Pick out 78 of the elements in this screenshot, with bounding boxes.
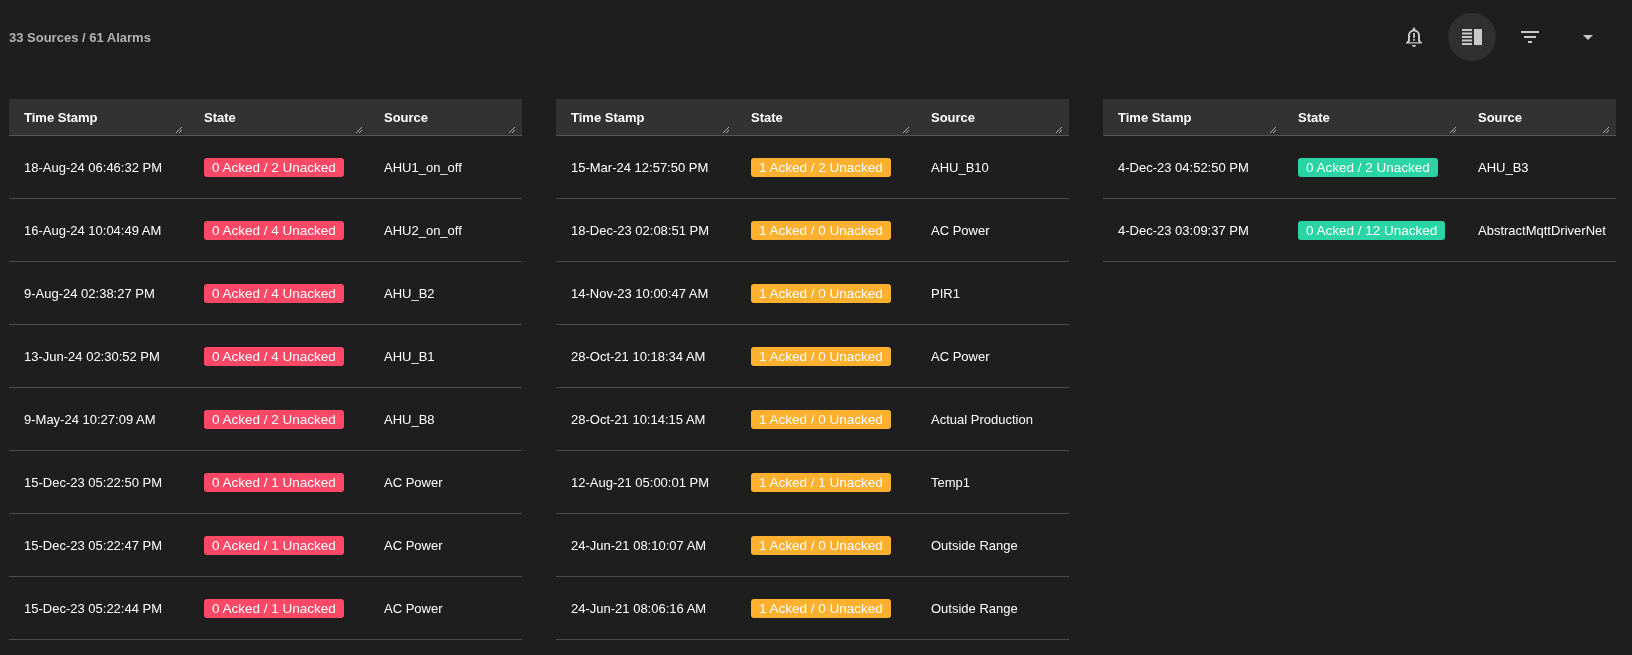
bell-alert-icon [1404,26,1424,48]
source-text: AHU_B1 [384,348,435,364]
timestamp-text: 13-Jun-24 02:30:52 PM [24,348,160,364]
source-text: AC Power [384,600,443,616]
state-badge: 1 Acked / 0 Unacked [751,346,891,366]
resize-handle-icon[interactable] [1055,126,1062,133]
resize-handle-icon[interactable] [355,126,362,133]
state-badge: 0 Acked / 1 Unacked [204,535,344,555]
resize-handle-icon[interactable] [508,126,515,133]
state-badge: 0 Acked / 2 Unacked [204,157,344,177]
state-badge: 0 Acked / 12 Unacked [1298,220,1446,240]
timestamp-text: 15-Dec-23 05:22:47 PM [24,537,163,553]
column-header[interactable]: Source [1478,109,1523,125]
timestamp-text: 24-Jun-21 08:10:07 AM [571,537,707,553]
column-header[interactable]: Time Stamp [24,109,98,125]
source-text: AbstractMqttDriverNet [1478,222,1606,238]
alarm-summary: 33 Sources / 61 Alarms [9,29,151,45]
timestamp-text: 28-Oct-21 10:18:34 AM [571,348,706,364]
state-badge: 0 Acked / 2 Unacked [204,409,344,429]
column-header[interactable]: State [1298,109,1330,125]
state-badge: 0 Acked / 4 Unacked [204,220,344,240]
state-badge: 1 Acked / 2 Unacked [751,157,891,177]
state-badge: 0 Acked / 1 Unacked [204,598,344,618]
source-text: AHU2_on_off [384,222,462,238]
source-text: Temp1 [931,474,971,490]
source-text: AC Power [384,537,443,553]
state-badge: 1 Acked / 1 Unacked [751,472,891,492]
column-header[interactable]: Time Stamp [571,109,645,125]
caret-icon [1583,34,1593,40]
timestamp-text: 4-Dec-23 04:52:50 PM [1118,159,1249,175]
source-text: Outside Range [931,600,1018,616]
timestamp-text: 12-Aug-21 05:00:01 PM [571,474,710,490]
timestamp-text: 15-Mar-24 12:57:50 PM [571,159,709,175]
resize-handle-icon[interactable] [1449,126,1456,133]
state-badge: 1 Acked / 0 Unacked [751,409,891,429]
column-header[interactable]: Source [931,109,976,125]
timestamp-text: 14-Nov-23 10:00:47 AM [571,285,709,301]
timestamp-text: 9-Aug-24 02:38:27 PM [24,285,155,301]
timestamp-text: 15-Dec-23 05:22:44 PM [24,600,163,616]
state-badge: 1 Acked / 0 Unacked [751,220,891,240]
filter-icon [1521,31,1539,43]
source-text: AHU_B3 [1478,159,1529,175]
timestamp-text: 18-Aug-24 06:46:32 PM [24,159,163,175]
state-badge: 0 Acked / 1 Unacked [204,472,344,492]
source-text: AHU1_on_off [384,159,462,175]
state-badge: 0 Acked / 4 Unacked [204,346,344,366]
resize-handle-icon[interactable] [1269,126,1276,133]
timestamp-text: 24-Jun-21 08:06:16 AM [571,600,707,616]
source-text: AC Power [931,222,990,238]
column-layout-icon [1462,29,1482,45]
source-text: Outside Range [931,537,1018,553]
column-header[interactable]: State [204,109,236,125]
resize-handle-icon[interactable] [722,126,729,133]
column-view-button[interactable] [1448,13,1496,61]
source-text: AC Power [931,348,990,364]
column-header[interactable]: State [751,109,783,125]
timestamp-text: 28-Oct-21 10:14:15 AM [571,411,706,427]
column-header[interactable]: Source [384,109,429,125]
timestamp-text: 16-Aug-24 10:04:49 AM [24,222,162,238]
state-badge: 1 Acked / 0 Unacked [751,283,891,303]
source-text: AHU_B8 [384,411,435,427]
source-text: AHU_B10 [931,159,989,175]
state-badge: 1 Acked / 0 Unacked [751,535,891,555]
resize-handle-icon[interactable] [1602,126,1609,133]
source-text: PIR1 [931,285,960,301]
source-text: AHU_B2 [384,285,435,301]
timestamp-text: 4-Dec-23 03:09:37 PM [1118,222,1249,238]
timestamp-text: 9-May-24 10:27:09 AM [24,411,156,427]
state-badge: 0 Acked / 2 Unacked [1298,157,1438,177]
resize-handle-icon[interactable] [902,126,909,133]
source-text: AC Power [384,474,443,490]
state-badge: 0 Acked / 4 Unacked [204,283,344,303]
column-header[interactable]: Time Stamp [1118,109,1192,125]
state-badge: 1 Acked / 0 Unacked [751,598,891,618]
timestamp-text: 15-Dec-23 05:22:50 PM [24,474,163,490]
resize-handle-icon[interactable] [175,126,182,133]
source-text: Actual Production [931,411,1033,427]
timestamp-text: 18-Dec-23 02:08:51 PM [571,222,710,238]
